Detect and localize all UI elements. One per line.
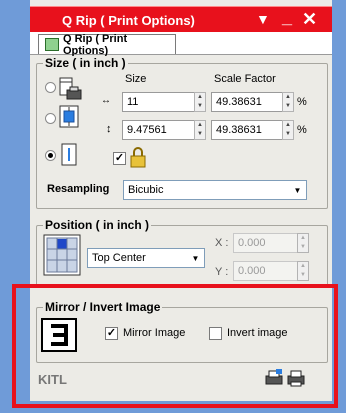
position-group: Position ( in inch ) Top Center ▼ X : 0.…: [36, 218, 328, 287]
height-value: 9.47561: [127, 124, 167, 136]
height-arrow-icon: ↕: [106, 123, 112, 135]
close-icon[interactable]: ✕: [302, 9, 317, 29]
width-value: 11: [127, 96, 139, 108]
chevron-down-icon: ▼: [187, 249, 204, 267]
x-value: 0.000: [238, 237, 266, 249]
resampling-select[interactable]: Bicubic ▼: [123, 180, 307, 200]
scale-factor-header: Scale Factor: [214, 73, 276, 85]
radio-custom-size[interactable]: [45, 150, 56, 161]
y-value: 0.000: [238, 265, 266, 277]
resampling-value: Bicubic: [128, 184, 164, 196]
percent-label-1: %: [297, 96, 307, 108]
position-grid-icon[interactable]: [43, 234, 81, 276]
radio-fit-page[interactable]: [45, 113, 56, 124]
title-bar[interactable]: Q Rip ( Print Options) ▼ _ ✕: [30, 6, 332, 33]
tab-page-icon: [45, 38, 59, 51]
x-spinner[interactable]: ▲ ▼: [297, 233, 309, 253]
dropdown-triangle-icon[interactable]: ▼: [256, 9, 270, 29]
resampling-label: Resampling: [47, 183, 110, 195]
position-select[interactable]: Top Center ▼: [87, 248, 205, 268]
lock-icon: [130, 147, 146, 168]
height-spinner[interactable]: ▲ ▼: [194, 120, 206, 140]
tab-strip: Q Rip ( Print Options): [30, 32, 332, 57]
scale-width-input[interactable]: 49.38631: [211, 92, 289, 112]
scale-height-spinner[interactable]: ▲ ▼: [282, 120, 294, 140]
custom-size-icon: [61, 143, 77, 166]
scale-width-value: 49.38631: [216, 96, 262, 108]
window-title: Q Rip ( Print Options): [62, 13, 195, 28]
size-header: Size: [125, 73, 147, 85]
width-arrow-icon: ↔: [101, 95, 111, 106]
x-input[interactable]: 0.000: [233, 233, 301, 253]
height-input[interactable]: 9.47561: [122, 120, 200, 140]
position-value: Top Center: [92, 252, 146, 264]
chevron-down-icon: ▼: [289, 181, 306, 199]
size-group-label: Size ( in inch ): [43, 56, 128, 70]
radio-fit-printer[interactable]: [45, 82, 56, 93]
width-input[interactable]: 11: [122, 92, 200, 112]
minimize-icon[interactable]: _: [282, 7, 292, 27]
scale-height-input[interactable]: 49.38631: [211, 120, 289, 140]
tab-qrip-print-options[interactable]: Q Rip ( Print Options): [38, 32, 176, 57]
position-group-label: Position ( in inch ): [43, 218, 151, 232]
y-input[interactable]: 0.000: [233, 261, 301, 281]
y-label: Y :: [215, 266, 229, 278]
scale-width-spinner[interactable]: ▲ ▼: [282, 92, 294, 112]
tab-label: Q Rip ( Print Options): [62, 32, 128, 57]
fit-to-printer-icon: [59, 77, 82, 100]
x-label: X :: [215, 237, 229, 249]
size-group: Size ( in inch ) Size Scale Factor ↔ 11 …: [36, 56, 328, 209]
lock-aspect-checkbox[interactable]: ✓: [113, 152, 126, 165]
y-spinner[interactable]: ▲ ▼: [297, 261, 309, 281]
scale-height-value: 49.38631: [216, 124, 262, 136]
highlight-box: [12, 284, 338, 408]
fit-page-icon: [59, 105, 79, 128]
percent-label-2: %: [297, 124, 307, 136]
width-spinner[interactable]: ▲ ▼: [194, 92, 206, 112]
